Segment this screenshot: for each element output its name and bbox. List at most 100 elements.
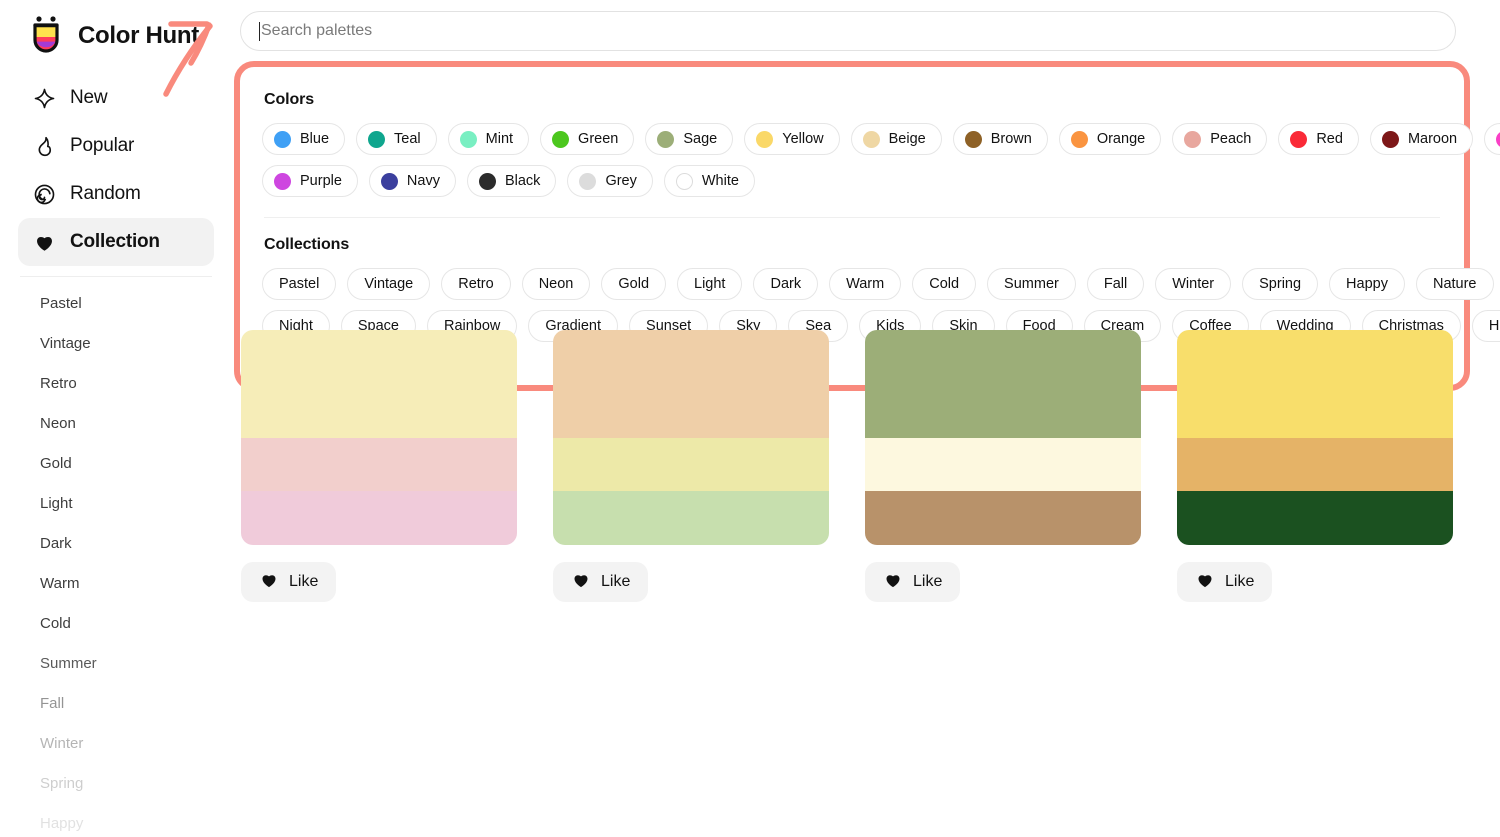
color-swatch [380,172,398,190]
collection-chip-happy[interactable]: Happy [1329,268,1405,300]
sidebar-tag-list: Pastel Vintage Retro Neon Gold Light Dar… [0,283,232,837]
sidebar-tag-fall[interactable]: Fall [40,683,232,723]
palette-band[interactable] [1177,383,1453,438]
palette-swatches[interactable] [865,330,1141,545]
palette-card[interactable]: Like [553,330,829,602]
palette-band[interactable] [865,491,1141,545]
color-chip-green[interactable]: Green [540,123,635,155]
sidebar-tag-gold[interactable]: Gold [40,443,232,483]
color-chip-beige[interactable]: Beige [850,123,942,155]
collection-chip-gold[interactable]: Gold [601,268,667,300]
palette-band[interactable] [553,330,829,384]
search-input[interactable]: Search palettes [240,11,1456,51]
like-button[interactable]: Like [553,562,649,602]
palette-band[interactable] [241,437,517,492]
color-swatch [1381,130,1399,148]
color-chip-orange[interactable]: Orange [1058,123,1162,155]
color-chip-maroon[interactable]: Maroon [1369,123,1474,155]
sidebar-tag-pastel[interactable]: Pastel [40,283,232,323]
color-chip-mint[interactable]: Mint [447,123,530,155]
sidebar-item-popular[interactable]: Popular [18,122,214,170]
sidebar-tag-summer[interactable]: Summer [40,643,232,683]
like-button[interactable]: Like [1177,562,1273,602]
sidebar-tag-label: Neon [40,414,76,432]
collection-chip-retro[interactable]: Retro [441,268,511,300]
color-swatch [675,172,693,190]
colors-row-2: Purple Navy Black Grey White [262,165,1442,197]
collection-chip-vintage[interactable]: Vintage [347,268,431,300]
color-swatch [579,172,597,190]
sidebar-divider [20,276,212,277]
color-swatch [1496,130,1500,148]
color-chip-pink[interactable]: Pink [1484,123,1500,155]
collection-chip-light[interactable]: Light [677,268,743,300]
collection-chip-pastel[interactable]: Pastel [262,268,337,300]
palette-band[interactable] [1177,330,1453,384]
sidebar-tag-label: Dark [40,534,72,552]
collection-chip-summer[interactable]: Summer [987,268,1076,300]
collection-chip-halloween[interactable]: Halloween [1471,310,1500,342]
color-chip-label: Maroon [1407,131,1458,147]
sidebar-tag-warm[interactable]: Warm [40,563,232,603]
sidebar-tag-light[interactable]: Light [40,483,232,523]
palette-card[interactable]: Like [241,330,517,602]
palette-band[interactable] [241,491,517,545]
color-chip-brown[interactable]: Brown [952,123,1048,155]
palette-band[interactable] [553,383,829,438]
color-chip-teal[interactable]: Teal [356,123,437,155]
color-chip-blue[interactable]: Blue [262,123,346,155]
color-chip-yellow[interactable]: Yellow [744,123,840,155]
collection-chip-spring[interactable]: Spring [1242,268,1319,300]
palette-band[interactable] [553,437,829,492]
color-chip-navy[interactable]: Navy [368,165,456,197]
colors-section-title: Colors [264,91,315,108]
sidebar-tag-winter[interactable]: Winter [40,723,232,763]
palette-band[interactable] [1177,437,1453,492]
like-button[interactable]: Like [241,562,337,602]
sidebar-tag-neon[interactable]: Neon [40,403,232,443]
sidebar-item-collection[interactable]: Collection [18,218,214,266]
heart-icon [571,570,591,595]
search-placeholder: Search palettes [261,22,373,39]
color-chip-label: Navy [406,173,440,189]
palette-band[interactable] [241,383,517,438]
color-chip-black[interactable]: Black [466,165,557,197]
like-button[interactable]: Like [865,562,961,602]
color-swatch [657,130,675,148]
palette-swatches[interactable] [241,330,517,545]
collection-chip-neon[interactable]: Neon [521,268,591,300]
color-chip-red[interactable]: Red [1278,123,1359,155]
palette-band[interactable] [553,491,829,545]
sidebar-tag-vintage[interactable]: Vintage [40,323,232,363]
sidebar-tag-label: Vintage [40,334,91,352]
collection-chip-warm[interactable]: Warm [829,268,902,300]
palette-swatches[interactable] [1177,330,1453,545]
color-chip-white[interactable]: White [663,165,755,197]
collection-chip-dark[interactable]: Dark [753,268,819,300]
sidebar-tag-cold[interactable]: Cold [40,603,232,643]
sidebar-tag-label: Warm [40,574,80,592]
palette-card[interactable]: Like [865,330,1141,602]
brand[interactable]: Color Hunt [0,0,232,60]
color-chip-peach[interactable]: Peach [1172,123,1268,155]
sidebar-item-random[interactable]: Random [18,170,214,218]
palette-band[interactable] [241,330,517,384]
sidebar-item-new[interactable]: New [18,74,214,122]
collection-chip-winter[interactable]: Winter [1155,268,1232,300]
color-chip-sage[interactable]: Sage [645,123,734,155]
palette-band[interactable] [865,330,1141,384]
sidebar-tag-retro[interactable]: Retro [40,363,232,403]
color-chip-grey[interactable]: Grey [567,165,653,197]
palette-band[interactable] [1177,491,1453,545]
palette-card[interactable]: Like [1177,330,1453,602]
collection-chip-fall[interactable]: Fall [1086,268,1145,300]
palette-band[interactable] [865,437,1141,492]
sidebar-tag-happy[interactable]: Happy [40,803,232,837]
sidebar-tag-spring[interactable]: Spring [40,763,232,803]
color-chip-purple[interactable]: Purple [262,165,358,197]
collection-chip-cold[interactable]: Cold [912,268,977,300]
sidebar-tag-dark[interactable]: Dark [40,523,232,563]
palette-swatches[interactable] [553,330,829,545]
collection-chip-nature[interactable]: Nature [1415,268,1494,300]
palette-band[interactable] [865,383,1141,438]
